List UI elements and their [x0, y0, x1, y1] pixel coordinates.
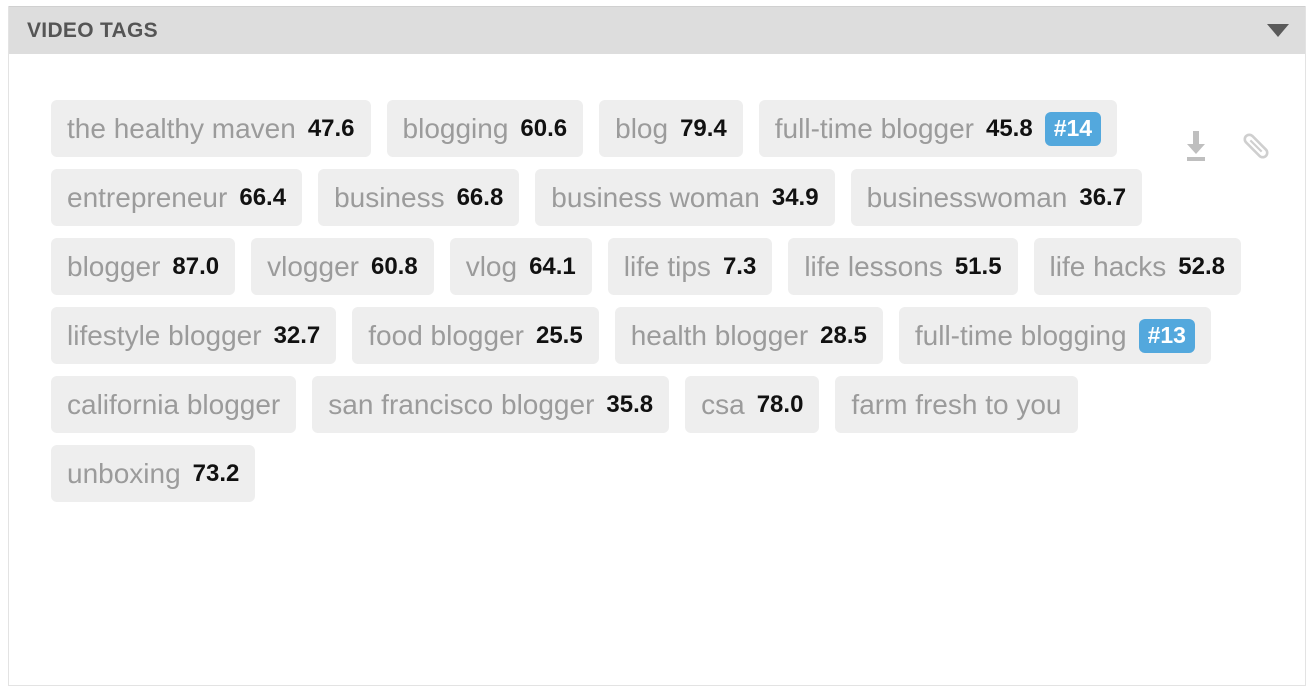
tag-chip[interactable]: farm fresh to you — [835, 376, 1078, 433]
tag-label: business woman — [551, 181, 760, 213]
tag-chip[interactable]: lifestyle blogger 32.7 — [51, 307, 337, 364]
tag-label: vlog — [465, 250, 518, 282]
tag-label: business — [334, 181, 445, 213]
tag-chip[interactable]: food blogger 25.5 — [352, 307, 599, 364]
tag-score: 36.7 — [1079, 183, 1127, 211]
tag-label: life hacks — [1049, 250, 1167, 282]
tag-label: csa — [701, 388, 745, 420]
tag-label: farm fresh to you — [851, 388, 1062, 420]
tag-label: san francisco blogger — [328, 388, 595, 420]
tag-chip[interactable]: unboxing 73.2 — [51, 445, 256, 502]
chevron-down-icon[interactable] — [1265, 18, 1291, 44]
tag-score: 64.1 — [529, 252, 576, 280]
tag-chip[interactable]: vlogger 60.8 — [251, 238, 434, 295]
tag-score: 28.5 — [820, 321, 867, 349]
tag-label: california blogger — [67, 388, 281, 420]
tag-score: 47.6 — [307, 114, 355, 142]
tag-score: 73.2 — [192, 459, 240, 487]
tag-chip[interactable]: blogger 87.0 — [51, 238, 236, 295]
tag-chip[interactable]: life hacks 52.8 — [1033, 238, 1241, 295]
tag-chip[interactable]: full-time blogger 45.8 #14 — [758, 100, 1118, 157]
tag-chip[interactable]: life tips 7.3 — [607, 238, 773, 295]
tag-score: 52.8 — [1178, 252, 1225, 280]
tag-score: 34.9 — [771, 183, 819, 211]
tag-cloud: the healthy maven 47.6 blogging 60.6 blo… — [51, 100, 1285, 502]
tag-chip[interactable]: full-time blogging #13 — [898, 307, 1211, 364]
tag-score: 32.7 — [273, 321, 321, 349]
tag-score: 66.4 — [239, 183, 287, 211]
tag-chip[interactable]: business 66.8 — [318, 169, 520, 226]
tag-chip[interactable]: businesswoman 36.7 — [850, 169, 1143, 226]
tag-score: 51.5 — [954, 252, 1002, 280]
tag-label: life tips — [623, 250, 711, 282]
download-icon[interactable] — [1179, 126, 1213, 166]
tag-label: entrepreneur — [67, 181, 228, 213]
tag-label: blogging — [402, 112, 509, 144]
tag-label: lifestyle blogger — [67, 319, 262, 351]
page-title: VIDEO TAGS — [27, 18, 158, 42]
action-icon-group — [1179, 126, 1273, 166]
tag-chip[interactable]: the healthy maven 47.6 — [51, 100, 371, 157]
tag-label: life lessons — [804, 250, 943, 282]
tag-chip[interactable]: vlog 64.1 — [449, 238, 592, 295]
tag-label: blog — [615, 112, 669, 144]
tag-score: 7.3 — [722, 252, 757, 280]
tag-score: 45.8 — [985, 114, 1033, 142]
tag-score: 60.6 — [520, 114, 568, 142]
tag-score: 35.8 — [606, 390, 654, 418]
tag-chip[interactable]: life lessons 51.5 — [788, 238, 1018, 295]
tag-label: full-time blogger — [774, 112, 974, 144]
tag-chip[interactable]: health blogger 28.5 — [614, 307, 883, 364]
tag-chip[interactable]: entrepreneur 66.4 — [51, 169, 303, 226]
tag-chip[interactable]: business woman 34.9 — [535, 169, 835, 226]
tag-chip[interactable]: blogging 60.6 — [386, 100, 584, 157]
tag-label: the healthy maven — [67, 112, 296, 144]
video-tags-panel: VIDEO TAGS the healthy maven 47.6 bloggi… — [8, 6, 1306, 686]
tag-rank-badge: #13 — [1138, 318, 1195, 353]
tag-score: 66.8 — [456, 183, 504, 211]
tag-label: food blogger — [368, 319, 524, 351]
tag-chip[interactable]: san francisco blogger 35.8 — [312, 376, 670, 433]
tag-score: 25.5 — [535, 321, 583, 349]
tag-score: 87.0 — [172, 252, 220, 280]
tag-score: 79.4 — [680, 114, 727, 142]
tag-chip[interactable]: california blogger — [51, 376, 297, 433]
panel-body: the healthy maven 47.6 blogging 60.6 blo… — [9, 54, 1305, 685]
tag-score: 60.8 — [370, 252, 418, 280]
tag-label: blogger — [67, 250, 161, 282]
tag-rank-badge: #14 — [1044, 111, 1102, 146]
tag-label: unboxing — [67, 457, 181, 489]
panel-header: VIDEO TAGS — [9, 6, 1305, 54]
paperclip-icon[interactable] — [1239, 126, 1273, 166]
tag-label: vlogger — [267, 250, 359, 282]
chevron-down-glyph — [1267, 24, 1289, 37]
tag-chip[interactable]: csa 78.0 — [685, 376, 820, 433]
tag-label: full-time blogging — [914, 319, 1127, 351]
tag-score: 78.0 — [756, 390, 804, 418]
tag-chip[interactable]: blog 79.4 — [599, 100, 743, 157]
tag-label: health blogger — [630, 319, 809, 351]
tag-label: businesswoman — [866, 181, 1068, 213]
